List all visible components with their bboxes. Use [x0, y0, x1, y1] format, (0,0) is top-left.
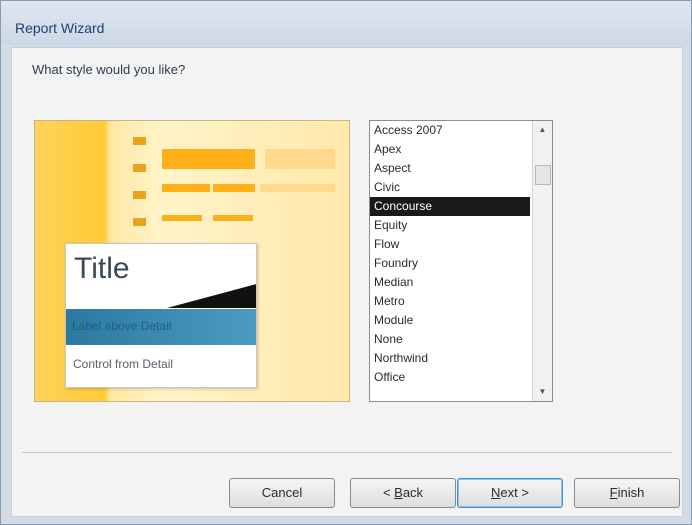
style-list-item[interactable]: Median [370, 273, 530, 292]
next-button-label: ext > [500, 485, 529, 500]
back-button-hotkey: B [394, 485, 403, 500]
style-list-item-selected[interactable]: Concourse [370, 197, 530, 216]
finish-button-label: inish [617, 485, 645, 500]
button-divider [22, 452, 672, 453]
style-question-label: What style would you like? [32, 62, 186, 77]
style-list-item[interactable]: Module [370, 311, 530, 330]
style-list-item[interactable]: Flow [370, 235, 530, 254]
report-wizard-window: Report Wizard What style would you like?… [0, 0, 692, 525]
back-button[interactable]: < Back [350, 478, 456, 508]
next-button[interactable]: Next > [457, 478, 563, 508]
scroll-down-arrow-icon[interactable]: ▼ [533, 383, 552, 401]
style-list-item[interactable]: Equity [370, 216, 530, 235]
cancel-button[interactable]: Cancel [229, 478, 335, 508]
style-list-item[interactable]: Civic [370, 178, 530, 197]
preview-title: Title [74, 252, 130, 285]
list-scrollbar[interactable]: ▲ ▼ [532, 121, 552, 401]
style-list-item[interactable]: None [370, 330, 530, 349]
style-list-item[interactable]: Apex [370, 140, 530, 159]
cancel-button-label: Cancel [261, 485, 303, 500]
style-list-item[interactable]: Metro [370, 292, 530, 311]
preview-detail-label: Control from Detail [73, 357, 174, 371]
wizard-content: What style would you like? Title Label a… [11, 47, 683, 517]
window-title: Report Wizard [15, 20, 105, 36]
scroll-up-arrow-icon[interactable]: ▲ [533, 121, 552, 139]
style-preview-image: Title Label above Detail Control from De… [34, 120, 350, 402]
style-list-item[interactable]: Office [370, 368, 530, 387]
style-listbox[interactable]: Access 2007 Apex Aspect Civic Concourse … [369, 120, 553, 402]
back-button-label: ack [402, 485, 424, 500]
next-button-hotkey: N [491, 485, 501, 500]
style-list-item[interactable]: Foundry [370, 254, 530, 273]
finish-button-hotkey: F [609, 485, 618, 500]
finish-button[interactable]: Finish [574, 478, 680, 508]
back-button-prefix: < [382, 485, 395, 500]
style-list-item[interactable]: Aspect [370, 159, 530, 178]
title-bar[interactable]: Report Wizard [1, 1, 691, 45]
style-list-item[interactable]: Northwind [370, 349, 530, 368]
style-list-item[interactable]: Access 2007 [370, 121, 530, 140]
title-accent-wedge [158, 284, 256, 308]
preview-card: Title Label above Detail Control from De… [65, 243, 257, 388]
preview-header-label: Label above Detail [72, 319, 172, 333]
scroll-thumb[interactable] [535, 165, 551, 185]
